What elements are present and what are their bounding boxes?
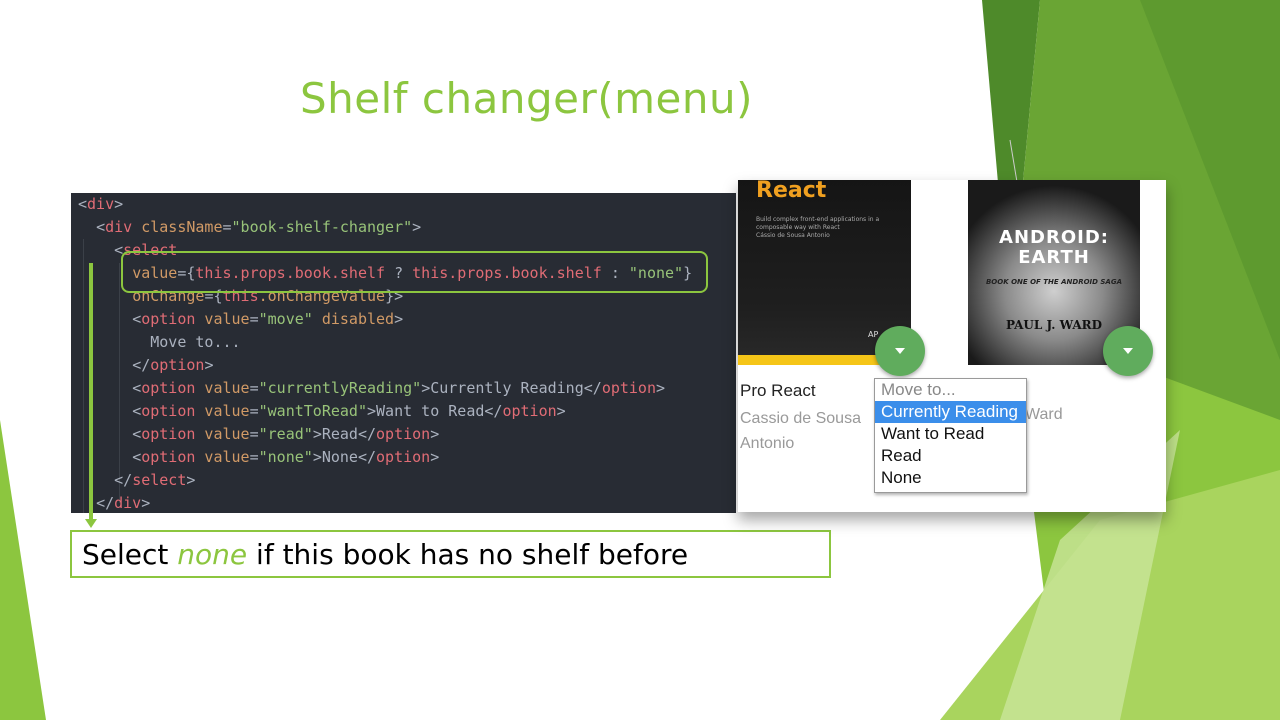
highlight-box [121, 251, 708, 293]
publisher-logo: AP [868, 330, 879, 339]
arrow-down-icon [85, 519, 97, 528]
menu-option-read[interactable]: Read [875, 445, 1026, 467]
cover-title: React [756, 180, 827, 203]
caption-prefix: Select [82, 538, 178, 571]
code-line: </option> [132, 356, 214, 374]
caption-emphasis: none [177, 538, 248, 571]
cover-subtitle: BOOK ONE OF THE ANDROID SAGA [985, 278, 1123, 286]
code-line-option: <option value="currentlyReading">Current… [132, 379, 666, 397]
caret-down-icon [895, 348, 905, 354]
slide-title: Shelf changer(menu) [300, 74, 754, 123]
book-authors: Cassio de Sousa Antonio [740, 410, 861, 452]
menu-option-none[interactable]: None [875, 467, 1026, 489]
book-title: Pro React [740, 381, 816, 400]
code-line: </select> [114, 471, 196, 489]
cover-subtitle: Build complex front-end applications in … [756, 216, 880, 239]
code-line: <div> [78, 195, 124, 213]
code-line-option: <option value="none">None</option> [132, 448, 440, 466]
menu-option-want-to-read[interactable]: Want to Read [875, 423, 1026, 445]
shelf-changer-button[interactable] [875, 326, 925, 376]
code-line: <option value="move" disabled> [132, 310, 404, 328]
menu-option-move: Move to... [881, 380, 956, 399]
caret-down-icon [1123, 348, 1133, 354]
caption-suffix: if this book has no shelf before [247, 538, 689, 571]
code-line: <div className="book-shelf-changer"> [96, 218, 422, 236]
book-authors: Ward [1025, 406, 1063, 423]
app-screenshot: React Build complex front-end applicatio… [738, 180, 1166, 512]
code-line: Move to... [150, 333, 241, 351]
code-line-option: <option value="wantToRead">Want to Read<… [132, 402, 566, 420]
menu-option-currently-reading[interactable]: Currently Reading [875, 401, 1026, 423]
shelf-changer-button[interactable] [1103, 326, 1153, 376]
callout-connector [89, 263, 93, 520]
shelf-dropdown-menu[interactable]: Move to... Currently Reading Want to Rea… [874, 378, 1027, 493]
caption-box: Select none if this book has no shelf be… [70, 530, 831, 578]
cover-title: ANDROID: EARTH [999, 227, 1109, 268]
code-line-option: <option value="read">Read</option> [132, 425, 440, 443]
code-block: <div> <div className="book-shelf-changer… [71, 193, 736, 513]
